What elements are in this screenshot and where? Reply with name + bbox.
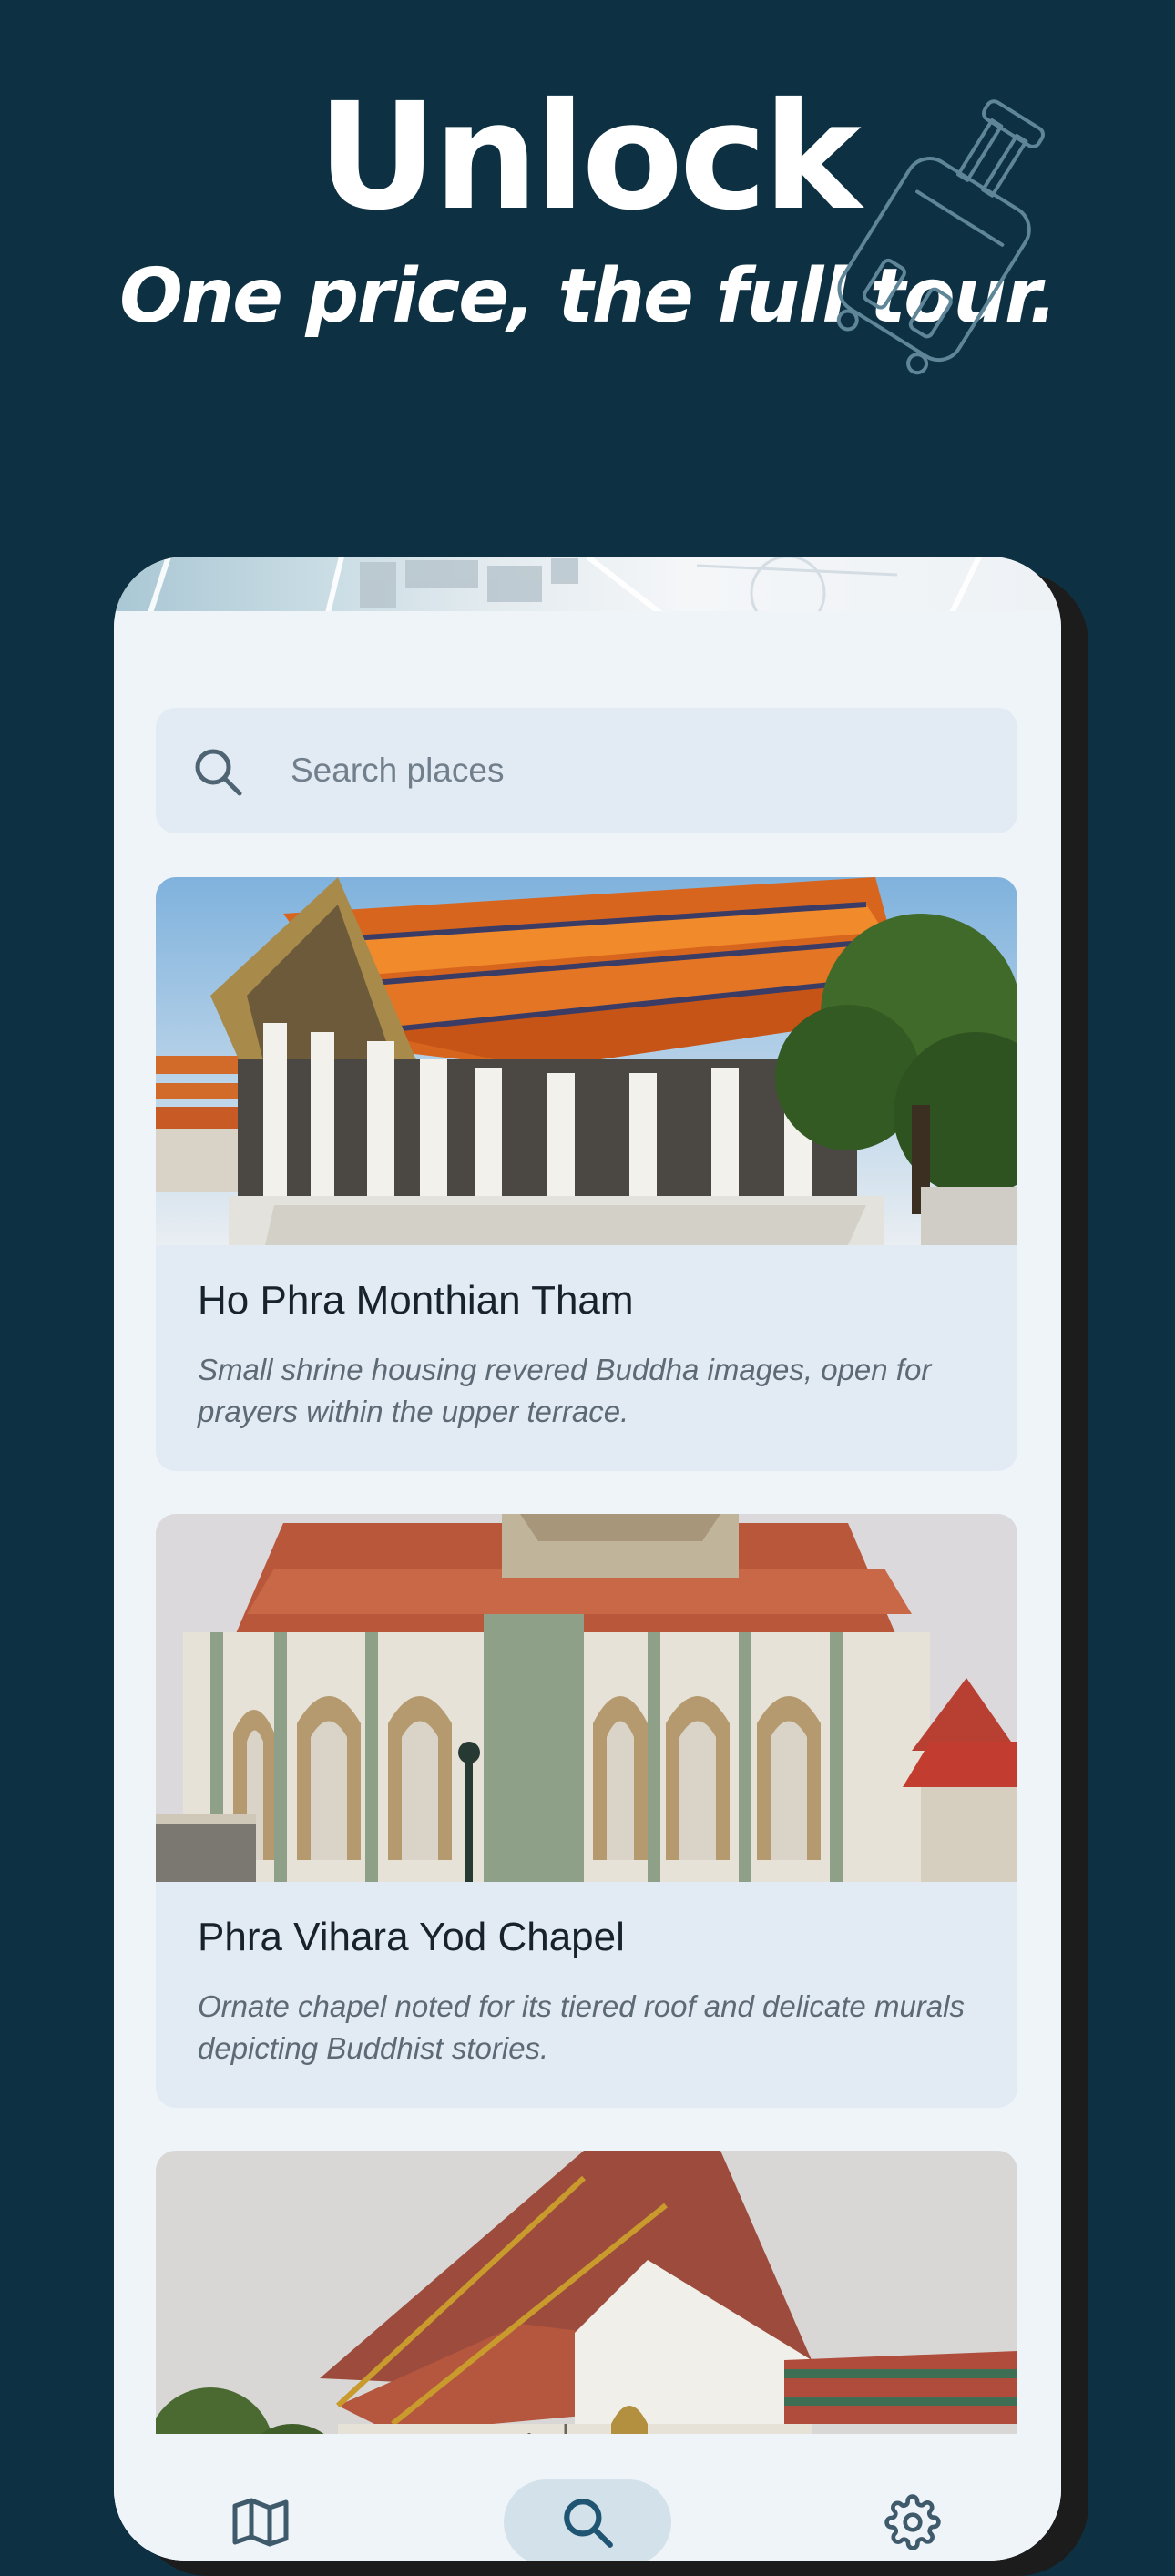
search-icon	[195, 749, 242, 796]
luggage-icon	[836, 99, 1046, 375]
place-description: Small shrine housing revered Buddha imag…	[198, 1353, 932, 1428]
nav-map-button[interactable]	[218, 2479, 303, 2561]
search-icon	[564, 2499, 613, 2548]
place-photo	[156, 877, 1017, 1245]
place-photo	[156, 1514, 1017, 1882]
places-sheet: Search places Ho Phra Monthian Tham Smal…	[114, 611, 1061, 2561]
place-description: Ornate chapel noted for its tiered roof …	[198, 1989, 965, 2065]
map-preview	[114, 557, 1061, 613]
gear-icon	[884, 2494, 941, 2550]
nav-search-button[interactable]	[504, 2479, 671, 2561]
phone-frame: Search places Ho Phra Monthian Tham Smal…	[114, 557, 1061, 2561]
place-card[interactable]: Phra Vihara Yod Chapel Ornate chapel not…	[156, 1514, 1017, 2108]
search-bar[interactable]: Search places	[156, 708, 1017, 833]
bottom-nav	[114, 2434, 1061, 2561]
place-title: Ho Phra Monthian Tham	[198, 1278, 634, 1323]
nav-settings-button[interactable]	[870, 2479, 955, 2561]
search-input[interactable]: Search places	[291, 708, 504, 833]
map-icon	[232, 2498, 289, 2547]
place-title: Phra Vihara Yod Chapel	[198, 1915, 625, 1959]
place-card[interactable]: Ho Phra Monthian Tham Small shrine housi…	[156, 877, 1017, 1471]
